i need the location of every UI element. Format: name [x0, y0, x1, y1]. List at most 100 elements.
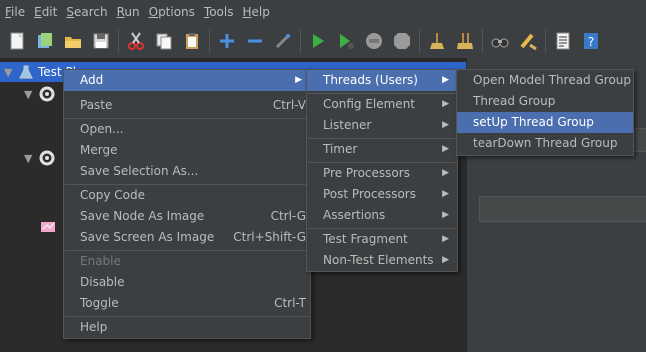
menu-item-timer[interactable]: Timer ▶	[307, 139, 457, 160]
menu-item-label: Threads (Users)	[323, 73, 418, 87]
menu-item-label: Help	[80, 320, 108, 334]
shutdown-icon[interactable]	[391, 30, 413, 52]
toolbar-separator	[545, 29, 546, 53]
menu-item-label: Non-Test Elements	[323, 253, 434, 267]
chevron-right-icon: ▶	[295, 75, 302, 85]
menu-item-help[interactable]: Help	[64, 317, 310, 338]
save-icon[interactable]	[90, 30, 112, 52]
menu-item-post-processors[interactable]: Post Processors ▶	[307, 184, 457, 205]
chevron-down-icon[interactable]: ▼	[4, 66, 18, 79]
expand-icon[interactable]	[216, 30, 238, 52]
menu-options[interactable]: Options	[148, 0, 203, 24]
paste-icon[interactable]	[181, 30, 203, 52]
menu-item-disable[interactable]: Disable	[64, 272, 310, 293]
threads-submenu: Open Model Thread Group Thread Group set…	[456, 69, 634, 156]
menu-item-assertions[interactable]: Assertions ▶	[307, 205, 457, 226]
menu-bar: File Edit Search Run Options Tools Help	[0, 0, 646, 24]
menu-item-accelerator: Ctrl-G	[270, 209, 306, 223]
menu-item-label: Enable	[80, 254, 121, 268]
collapse-icon[interactable]	[244, 30, 266, 52]
help-icon[interactable]: ?	[580, 30, 602, 52]
menu-item-save-node-image[interactable]: Save Node As Image Ctrl-G	[64, 206, 310, 227]
add-submenu: Threads (Users) ▶ Config Element ▶ Liste…	[306, 69, 458, 272]
menu-item-label: Paste	[80, 98, 113, 112]
menu-item-label: Timer	[323, 142, 358, 156]
menu-item-pre-processors[interactable]: Pre Processors ▶	[307, 163, 457, 184]
menu-item-label: Disable	[80, 275, 125, 289]
menu-item-test-fragment[interactable]: Test Fragment ▶	[307, 229, 457, 250]
jmeter-window: File Edit Search Run Options Tools Help	[0, 0, 646, 352]
menu-item-threads[interactable]: Threads (Users) ▶	[307, 70, 457, 91]
menu-item-add[interactable]: Add ▶	[64, 70, 310, 91]
chevron-right-icon: ▶	[442, 168, 449, 178]
chevron-right-icon: ▶	[442, 75, 449, 85]
menu-item-open[interactable]: Open...	[64, 119, 310, 140]
tree-node-child[interactable]: ▼	[24, 148, 56, 168]
copy-icon[interactable]	[153, 30, 175, 52]
menu-item-thread-group[interactable]: Thread Group	[457, 91, 633, 112]
toolbar-separator	[482, 29, 483, 53]
chevron-right-icon: ▶	[442, 189, 449, 199]
menu-item-label: Assertions	[323, 208, 386, 222]
flask-icon	[19, 65, 33, 79]
search-icon[interactable]	[489, 30, 511, 52]
panel-box	[479, 196, 646, 222]
menu-search[interactable]: Search	[65, 0, 115, 24]
reset-search-icon[interactable]	[517, 30, 539, 52]
tree-node-child[interactable]	[40, 216, 58, 236]
menu-item-teardown-thread-group[interactable]: tearDown Thread Group	[457, 133, 633, 154]
context-menu: Add ▶ Paste Ctrl-V Open... Merge Save Se…	[63, 69, 311, 339]
toggle-icon[interactable]	[272, 30, 294, 52]
menu-item-save-screen-image[interactable]: Save Screen As Image Ctrl+Shift-G	[64, 227, 310, 248]
menu-item-open-model-thread-group[interactable]: Open Model Thread Group	[457, 70, 633, 91]
menu-item-label: Save Node As Image	[80, 209, 205, 223]
menu-item-setup-thread-group[interactable]: setUp Thread Group	[457, 112, 633, 133]
menu-item-accelerator: Ctrl-V	[272, 98, 306, 112]
menu-item-label: Thread Group	[473, 94, 556, 108]
menu-item-label: Open...	[80, 122, 124, 136]
chevron-right-icon: ▶	[442, 234, 449, 244]
menu-item-save-selection[interactable]: Save Selection As...	[64, 161, 310, 182]
listener-icon	[41, 222, 55, 232]
start-icon[interactable]	[307, 30, 329, 52]
menu-item-paste[interactable]: Paste Ctrl-V	[64, 95, 310, 116]
templates-icon[interactable]	[34, 30, 56, 52]
chevron-down-icon[interactable]: ▼	[24, 152, 38, 165]
menu-item-listener[interactable]: Listener ▶	[307, 115, 457, 136]
menu-edit[interactable]: Edit	[33, 0, 65, 24]
chevron-down-icon[interactable]: ▼	[24, 88, 38, 101]
menu-help[interactable]: Help	[242, 0, 278, 24]
clear-icon[interactable]	[426, 30, 448, 52]
chevron-right-icon: ▶	[442, 210, 449, 220]
menu-item-label: Save Selection As...	[80, 164, 199, 178]
toolbar: ?	[0, 24, 646, 58]
menu-item-copy-code[interactable]: Copy Code	[64, 185, 310, 206]
gear-icon	[39, 86, 55, 102]
tree-node-child[interactable]: ▼	[24, 84, 56, 104]
menu-item-label: Listener	[323, 118, 372, 132]
clear-all-icon[interactable]	[454, 30, 476, 52]
open-icon[interactable]	[62, 30, 84, 52]
start-no-pause-icon[interactable]	[335, 30, 357, 52]
stop-icon[interactable]	[363, 30, 385, 52]
menu-item-label: Config Element	[323, 97, 415, 111]
menu-file[interactable]: File	[4, 0, 33, 24]
menu-item-label: Pre Processors	[323, 166, 410, 180]
menu-item-merge[interactable]: Merge	[64, 140, 310, 161]
function-helper-icon[interactable]	[552, 30, 574, 52]
menu-item-non-test-elements[interactable]: Non-Test Elements ▶	[307, 250, 457, 271]
menu-item-config-element[interactable]: Config Element ▶	[307, 94, 457, 115]
menu-item-label: Post Processors	[323, 187, 416, 201]
cut-icon[interactable]	[125, 30, 147, 52]
menu-tools[interactable]: Tools	[203, 0, 242, 24]
menu-item-label: tearDown Thread Group	[473, 136, 618, 150]
menu-item-accelerator: Ctrl+Shift-G	[233, 230, 306, 244]
new-icon[interactable]	[6, 30, 28, 52]
menu-run[interactable]: Run	[116, 0, 148, 24]
menu-item-label: Test Fragment	[323, 232, 408, 246]
menu-item-label: Merge	[80, 143, 118, 157]
menu-item-toggle[interactable]: Toggle Ctrl-T	[64, 293, 310, 314]
toolbar-separator	[209, 29, 210, 53]
toolbar-separator	[300, 29, 301, 53]
chevron-right-icon: ▶	[442, 144, 449, 154]
